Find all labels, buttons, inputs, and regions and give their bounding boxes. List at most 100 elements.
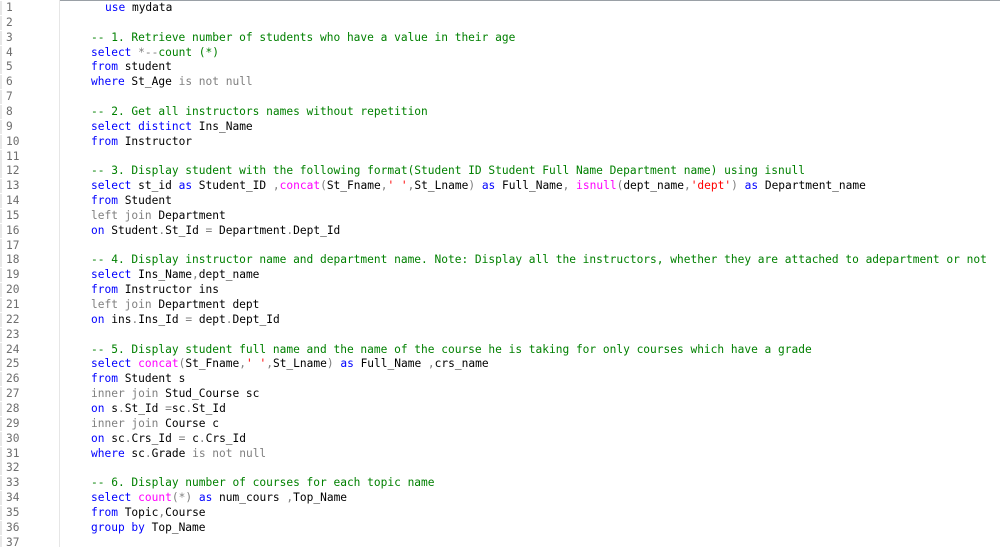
- token-identifier: Department_name: [758, 179, 866, 193]
- token-operator: *--: [138, 45, 159, 59]
- token-operator: left join: [91, 208, 152, 222]
- token-identifier: St_Id: [192, 401, 226, 415]
- token-operator: is not null: [192, 446, 267, 460]
- token-identifier: Department dept: [151, 298, 260, 311]
- token-identifier: Dept_Id: [232, 312, 280, 326]
- code-text: -- 5. Display student full name and the …: [91, 342, 812, 357]
- token-operator: .: [117, 401, 125, 415]
- code-line-29[interactable]: 29 inner join Course c: [0, 416, 1000, 431]
- line-number: 24: [6, 342, 20, 356]
- token-identifier: num_cours: [212, 491, 287, 505]
- token-operator: =: [165, 401, 172, 415]
- token-identifier: [738, 179, 745, 192]
- token-keyword: select: [91, 357, 132, 371]
- code-line-22[interactable]: 22 on ins.Ins_Id = dept.Dept_Id: [0, 312, 1000, 327]
- code-text: select Ins_Name,dept_name: [91, 267, 259, 282]
- code-line-10[interactable]: 10 from Instructor: [0, 134, 1000, 149]
- sql-code-editor[interactable]: 1 use mydata 2 3 -- 1. Retrieve number of st…: [0, 0, 1000, 547]
- token-keyword: from: [91, 505, 118, 519]
- line-number: 12: [6, 164, 20, 178]
- code-line-5[interactable]: 5 from student: [0, 59, 1000, 74]
- code-line-25[interactable]: 25 select concat(St_Fname,' ',St_Lname) a…: [0, 356, 1000, 371]
- code-line-32[interactable]: 32: [0, 460, 1000, 475]
- code-text: group by Top_Name: [91, 520, 206, 535]
- code-line-36[interactable]: 36 group by Top_Name: [0, 520, 1000, 535]
- code-line-31[interactable]: 31 where sc.Grade is not null: [0, 446, 1000, 461]
- code-line-17[interactable]: 17: [0, 238, 1000, 253]
- token-identifier: Crs_Id: [131, 431, 179, 445]
- token-keyword: as: [340, 357, 354, 371]
- line-number: 26: [6, 372, 20, 386]
- token-keyword: as: [178, 179, 193, 193]
- code-line-24[interactable]: 24 -- 5. Display student full name and th…: [0, 342, 1000, 357]
- code-line-4[interactable]: 4 select *--count (*): [0, 45, 1000, 60]
- code-line-20[interactable]: 20 from Instructor ins: [0, 282, 1000, 297]
- code-line-2[interactable]: 2: [0, 15, 1000, 30]
- line-number: 1: [6, 1, 13, 14]
- token-identifier: dept: [192, 312, 226, 326]
- line-number: 4: [6, 45, 13, 59]
- token-keyword: on: [91, 312, 105, 326]
- code-line-23[interactable]: 23: [0, 327, 1000, 342]
- token-keyword: select: [91, 491, 132, 505]
- token-function: isnull: [576, 179, 617, 193]
- code-line-33[interactable]: 33 -- 6. Display number of courses for ea…: [0, 475, 1000, 490]
- token-identifier: Topic: [117, 505, 159, 519]
- code-line-1[interactable]: 1 use mydata: [0, 0, 1000, 15]
- code-line-14[interactable]: 14 from Student: [0, 193, 1000, 208]
- code-line-34[interactable]: 34 select count(*) as num_cours ,Top_Name: [0, 490, 1000, 505]
- line-number: 20: [6, 283, 20, 297]
- token-identifier: [192, 491, 199, 504]
- token-identifier: sc: [104, 431, 125, 445]
- code-line-12[interactable]: 12 -- 3. Display student with the followi…: [0, 163, 1000, 178]
- token-keyword: from: [91, 194, 118, 208]
- token-operator: ,: [192, 268, 199, 282]
- line-number: 33: [6, 476, 20, 490]
- token-identifier: Dept_Id: [293, 223, 341, 237]
- code-line-35[interactable]: 35 from Topic,Course: [0, 505, 1000, 520]
- line-number: 6: [6, 75, 13, 89]
- code-line-19[interactable]: 19 select Ins_Name,dept_name: [0, 267, 1000, 282]
- code-line-21[interactable]: 21 left join Department dept: [0, 297, 1000, 312]
- code-line-6[interactable]: 6 where St_Age is not null: [0, 74, 1000, 89]
- code-text: -- 4. Display instructor name and depart…: [91, 252, 987, 267]
- code-text: from Instructor ins: [91, 282, 219, 297]
- code-line-37[interactable]: 37: [0, 535, 1000, 547]
- line-number: 30: [6, 431, 20, 445]
- code-line-15[interactable]: 15 left join Department: [0, 208, 1000, 223]
- line-number: 15: [6, 208, 20, 222]
- token-string: ' ': [245, 357, 267, 371]
- line-number: 28: [6, 401, 20, 415]
- code-line-27[interactable]: 27 inner join Stud_Course sc: [0, 386, 1000, 401]
- token-identifier: Student_ID: [192, 179, 273, 193]
- code-text: select distinct Ins_Name: [91, 119, 253, 134]
- code-line-7[interactable]: 7: [0, 89, 1000, 104]
- token-identifier: mydata: [125, 1, 173, 14]
- code-line-9[interactable]: 9 select distinct Ins_Name: [0, 119, 1000, 134]
- code-line-26[interactable]: 26 from Student s: [0, 371, 1000, 386]
- code-line-28[interactable]: 28 on s.St_Id =sc.St_Id: [0, 401, 1000, 416]
- token-identifier: Ins_Name: [192, 119, 253, 133]
- token-identifier: Instructor: [117, 134, 193, 148]
- token-keyword: group by: [91, 520, 145, 534]
- code-line-3[interactable]: 3 -- 1. Retrieve number of students who h…: [0, 30, 1000, 45]
- code-line-11[interactable]: 11: [0, 149, 1000, 164]
- line-number: 31: [6, 446, 20, 460]
- code-line-30[interactable]: 30 on sc.Crs_Id = c.Crs_Id: [0, 431, 1000, 446]
- token-comment: -- 4. Display instructor name and depart…: [91, 253, 987, 267]
- code-line-16[interactable]: 16 on Student.St_Id = Department.Dept_Id: [0, 223, 1000, 238]
- code-line-18[interactable]: 18 -- 4. Display instructor name and depa…: [0, 252, 1000, 267]
- code-line-13[interactable]: 13 select st_id as Student_ID ,concat(St_…: [0, 178, 1000, 193]
- token-operator: ,: [427, 357, 435, 371]
- code-line-8[interactable]: 8 -- 2. Get all instructors names without…: [0, 104, 1000, 119]
- token-identifier: Full_Name: [353, 357, 428, 371]
- token-operator: .: [144, 446, 152, 460]
- line-number: 9: [6, 119, 13, 133]
- token-operator: ,: [562, 179, 577, 193]
- token-identifier: Department: [151, 208, 226, 222]
- line-number: 21: [6, 298, 20, 311]
- line-number: 7: [6, 90, 13, 104]
- line-number: 17: [6, 238, 20, 252]
- code-text: from Student: [91, 193, 172, 208]
- code-text: -- 1. Retrieve number of students who ha…: [91, 30, 515, 45]
